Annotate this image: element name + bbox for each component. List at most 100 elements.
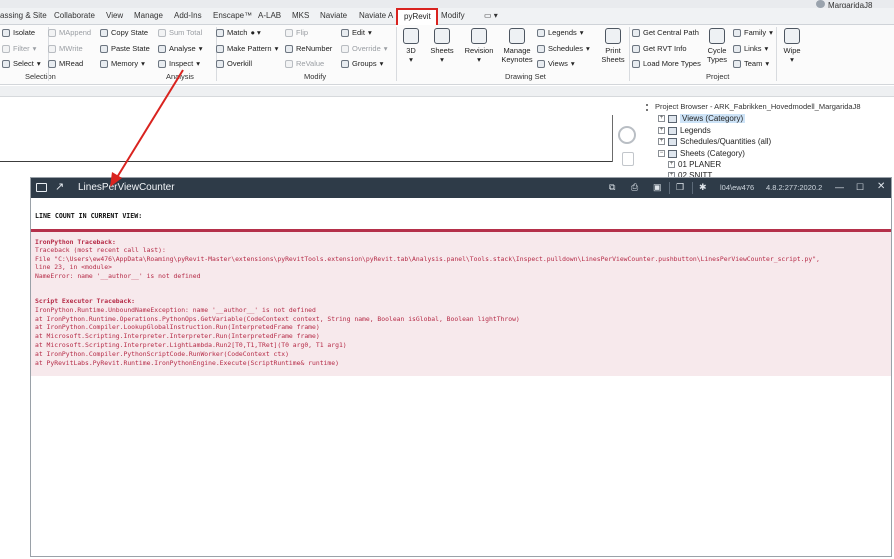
links-button[interactable]: Links ▾ bbox=[733, 44, 768, 53]
overkill-button[interactable]: Overkill bbox=[216, 59, 252, 68]
inspect-icon bbox=[158, 59, 166, 68]
override-icon bbox=[341, 44, 349, 53]
get-central-path-button[interactable]: Get Central Path bbox=[632, 28, 699, 37]
get-rvt-info-button[interactable]: Get RVT Info bbox=[632, 44, 687, 53]
zoom-icon[interactable] bbox=[622, 152, 634, 166]
expand-icon[interactable]: + bbox=[658, 115, 665, 122]
traceback-line: NameError: name '__author__' is not defi… bbox=[35, 272, 201, 280]
browser-item-sheets[interactable]: − Sheets (Category) bbox=[658, 149, 745, 158]
browser-item-legends[interactable]: + Legends bbox=[658, 126, 711, 135]
minimize-icon[interactable]: — bbox=[835, 181, 844, 193]
print-sheets-button[interactable]: Print Sheets bbox=[598, 28, 628, 64]
mwrite-icon bbox=[48, 44, 56, 53]
schedules-button[interactable]: Schedules ▾ bbox=[537, 44, 590, 53]
panel-divider bbox=[396, 27, 397, 81]
filter-button[interactable]: Filter ▾ bbox=[2, 44, 36, 53]
expand-icon[interactable]: + bbox=[668, 161, 675, 168]
tab-manage[interactable]: Manage bbox=[134, 11, 163, 20]
tab-a-lab[interactable]: A-LAB bbox=[258, 11, 281, 20]
legends-button[interactable]: Legends ▾ bbox=[537, 28, 584, 37]
ribbon-options-bar bbox=[0, 86, 894, 97]
traceback-line: IronPython.Runtime.UnboundNameException:… bbox=[35, 306, 316, 314]
override-button[interactable]: Override ▾ bbox=[341, 44, 388, 53]
output-window-titlebar[interactable]: ↗ LinesPerViewCounter ⧉ ⎙ ▣ ❐ ✱ l04\ew47… bbox=[31, 178, 891, 198]
open-external-icon[interactable]: ↗ bbox=[55, 181, 64, 193]
browser-item-views[interactable]: + Views (Category) bbox=[658, 114, 746, 123]
tab-modify[interactable]: Modify bbox=[441, 11, 465, 20]
views-button[interactable]: Views ▾ bbox=[537, 59, 575, 68]
tab-add-ins[interactable]: Add-Ins bbox=[174, 11, 202, 20]
mwrite-button[interactable]: MWrite bbox=[48, 44, 83, 53]
3d-button[interactable]: 3D ▾ bbox=[400, 28, 422, 64]
panel-divider bbox=[776, 27, 777, 81]
select-button[interactable]: Select ▾ bbox=[2, 59, 41, 68]
make-pattern-button[interactable]: Make Pattern ▾ bbox=[216, 44, 278, 53]
sheets-button[interactable]: Sheets ▾ bbox=[428, 28, 456, 64]
memory-button[interactable]: Memory ▾ bbox=[100, 59, 145, 68]
analyse-button[interactable]: Analyse ▾ bbox=[158, 44, 202, 53]
central-path-icon bbox=[632, 28, 640, 37]
error-traceback-block: IronPython Traceback: Traceback (most re… bbox=[31, 232, 891, 376]
mread-button[interactable]: MRead bbox=[48, 59, 83, 68]
revalue-icon bbox=[285, 59, 293, 68]
mread-icon bbox=[48, 59, 56, 68]
panel-label-analysis: Analysis bbox=[166, 72, 194, 81]
tab-pyrevit[interactable]: pyRevit bbox=[404, 12, 431, 21]
user-icon[interactable] bbox=[816, 0, 825, 8]
maximize-icon[interactable]: ☐ bbox=[856, 181, 864, 193]
match-button[interactable]: Match ● ▾ bbox=[216, 28, 261, 37]
tab-mks[interactable]: MKS bbox=[292, 11, 309, 20]
sum-total-button[interactable]: Sum Total bbox=[158, 28, 202, 37]
expand-icon[interactable]: + bbox=[658, 138, 665, 145]
copy-state-button[interactable]: Copy State bbox=[100, 28, 148, 37]
revision-icon bbox=[471, 28, 487, 44]
paste-state-button[interactable]: Paste State bbox=[100, 44, 150, 53]
tab-enscape[interactable]: Enscape™ bbox=[213, 11, 252, 20]
legends-icon bbox=[537, 28, 545, 37]
edit-button[interactable]: Edit ▾ bbox=[341, 28, 372, 37]
output-heading: LINE COUNT IN CURRENT VIEW: bbox=[35, 212, 143, 220]
rvt-info-icon bbox=[632, 44, 640, 53]
expand-icon[interactable]: + bbox=[658, 127, 665, 134]
traceback-line: at IronPython.Compiler.PythonScriptCode.… bbox=[35, 350, 289, 358]
steering-wheel-icon[interactable] bbox=[618, 126, 636, 144]
tab-naviate[interactable]: Naviate bbox=[320, 11, 347, 20]
close-icon[interactable]: ✕ bbox=[877, 181, 885, 193]
load-more-types-button[interactable]: Load More Types bbox=[632, 59, 701, 68]
broom-icon bbox=[784, 28, 800, 44]
save-icon[interactable]: ▣ bbox=[653, 181, 662, 193]
revalue-button[interactable]: ReValue bbox=[285, 59, 324, 68]
traceback-line: at PyRevitLabs.PyRevit.Runtime.IronPytho… bbox=[35, 359, 339, 367]
tab-view[interactable]: View bbox=[106, 11, 123, 20]
output-window-title: LinesPerViewCounter bbox=[78, 182, 175, 193]
drawing-area-edge bbox=[612, 115, 613, 162]
family-button[interactable]: Family ▾ bbox=[733, 28, 773, 37]
flip-button[interactable]: Flip bbox=[285, 28, 308, 37]
renumber-button[interactable]: ReNumber bbox=[285, 44, 332, 53]
context-menu-icon[interactable]: ▭ ▾ bbox=[484, 11, 498, 20]
browser-item-schedules[interactable]: + Schedules/Quantities (all) bbox=[658, 137, 771, 146]
tab-naviate-a[interactable]: Naviate A bbox=[359, 11, 393, 20]
print-icon[interactable]: ⎙ bbox=[631, 181, 638, 193]
mappend-button[interactable]: MAppend bbox=[48, 28, 91, 37]
sheets-icon bbox=[668, 149, 677, 158]
schedules-icon bbox=[668, 137, 677, 146]
cycle-types-button[interactable]: Cycle Types bbox=[704, 28, 730, 64]
views-icon bbox=[668, 114, 677, 123]
tab-collaborate[interactable]: Collaborate bbox=[54, 11, 95, 20]
groups-button[interactable]: Groups ▾ bbox=[341, 59, 383, 68]
debug-icon[interactable]: ✱ bbox=[699, 181, 707, 193]
collapse-icon[interactable]: − bbox=[658, 150, 665, 157]
ribbon-panels: Isolate Filter ▾ Select ▾ Selection MAppen… bbox=[0, 25, 894, 85]
panel-grip-icon[interactable] bbox=[646, 104, 651, 111]
copy-icon[interactable]: ❐ bbox=[676, 181, 684, 193]
tab-massing-site[interactable]: assing & Site bbox=[0, 11, 47, 20]
wipe-button[interactable]: Wipe ▾ bbox=[780, 28, 804, 64]
browser-item-01-planer[interactable]: +01 PLANER bbox=[668, 160, 721, 169]
isolate-button[interactable]: Isolate bbox=[2, 28, 35, 37]
team-button[interactable]: Team ▾ bbox=[733, 59, 769, 68]
revision-button[interactable]: Revision ▾ bbox=[462, 28, 496, 64]
open-in-browser-icon[interactable]: ⧉ bbox=[609, 181, 615, 193]
inspect-button[interactable]: Inspect ▾ bbox=[158, 59, 200, 68]
manage-keynotes-button[interactable]: Manage Keynotes bbox=[500, 28, 534, 64]
